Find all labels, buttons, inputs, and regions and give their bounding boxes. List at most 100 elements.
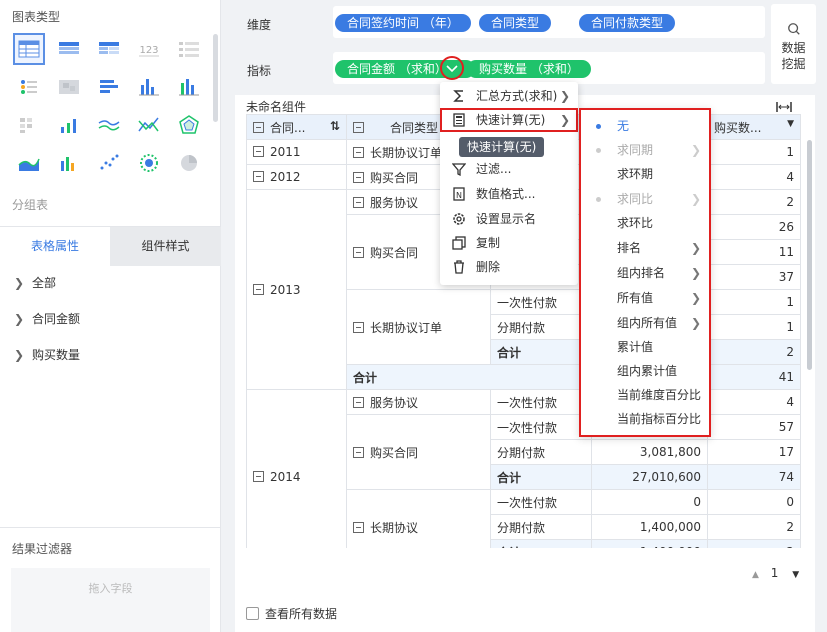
metric-dropdown-highlight[interactable]: [440, 56, 464, 80]
column-width-icon[interactable]: [776, 102, 792, 112]
table-cell: 26: [707, 214, 801, 240]
submenu-item-metric-percent[interactable]: 当前指标百分比: [581, 407, 709, 431]
kpi-number-icon[interactable]: 123: [134, 34, 164, 64]
collapse-icon[interactable]: [353, 521, 364, 533]
table-cell: 1: [707, 139, 801, 165]
table-row: 2014 服务协议 一次性付款 4: [246, 389, 801, 565]
table-cell: 0: [591, 489, 708, 515]
collapse-icon[interactable]: [253, 146, 264, 157]
svg-text:123: 123: [139, 45, 158, 56]
submenu-item-none[interactable]: 无: [581, 114, 709, 138]
dot-scatter-icon[interactable]: [94, 148, 124, 178]
cell-text: 购买合同: [370, 445, 419, 460]
radar-line-icon[interactable]: [134, 110, 164, 140]
chart-type-scrollbar[interactable]: [213, 34, 218, 122]
radar-icon[interactable]: [174, 110, 204, 140]
stacked-column-icon[interactable]: [174, 72, 204, 102]
submenu-item-cumulative[interactable]: 累计值: [581, 335, 709, 359]
collapse-icon[interactable]: [353, 446, 364, 458]
submenu-item-prev-period[interactable]: 求环期: [581, 162, 709, 186]
menu-item-delete[interactable]: 删除: [440, 255, 578, 279]
chevron-right-icon: ❯: [14, 276, 25, 290]
submenu-item-group-rank[interactable]: 组内排名 ❯: [581, 261, 709, 285]
collapse-icon[interactable]: [353, 121, 364, 133]
metric-label: 指标: [247, 64, 272, 78]
tab-table-properties[interactable]: 表格属性: [0, 227, 110, 266]
caret-down-icon[interactable]: ▼: [792, 570, 799, 580]
group-table-label: 分组表: [12, 198, 49, 212]
detail-table-icon[interactable]: [54, 34, 84, 64]
page-number[interactable]: 1: [771, 566, 779, 580]
prop-contract-amount[interactable]: ❯ 合同金额: [14, 309, 80, 329]
pie-chart-icon[interactable]: [174, 148, 204, 178]
group-table-icon[interactable]: [13, 33, 45, 65]
collapse-icon[interactable]: [253, 471, 264, 482]
collapse-icon[interactable]: [353, 196, 364, 208]
data-mining-label-1: 数据: [781, 41, 806, 55]
menu-item-label: 过滤...: [476, 162, 512, 176]
bar-chart-icon[interactable]: [94, 72, 124, 102]
submenu-item-all-values[interactable]: 所有值 ❯: [581, 286, 709, 310]
submenu-item-dim-percent[interactable]: 当前维度百分比: [581, 383, 709, 407]
filter-drop-zone[interactable]: 拖入字段: [11, 568, 210, 632]
submenu-item-rank[interactable]: 排名 ❯: [581, 236, 709, 260]
checkbox[interactable]: [246, 607, 259, 620]
dimension-pill[interactable]: 合同类型: [479, 14, 552, 32]
scatter-grid-icon[interactable]: [14, 110, 44, 140]
column-chart-icon[interactable]: [134, 72, 164, 102]
list-icon[interactable]: [174, 34, 204, 64]
table-cell: 2011: [246, 139, 347, 165]
collapse-icon[interactable]: [253, 171, 264, 182]
prop-all[interactable]: ❯ 全部: [14, 273, 56, 293]
submenu-item-group-all-values[interactable]: 组内所有值 ❯: [581, 311, 709, 335]
heat-map-icon[interactable]: [54, 72, 84, 102]
caret-down-icon[interactable]: ▼: [787, 119, 794, 129]
metric-pill[interactable]: 购买数量 （求和）: [467, 60, 591, 78]
collapse-icon[interactable]: [353, 321, 364, 333]
collapse-icon[interactable]: [253, 283, 264, 295]
dimension-label: 维度: [247, 18, 272, 32]
metric-box[interactable]: 合同金额 （求和） 购买数量 （求和）: [333, 52, 765, 84]
collapse-icon[interactable]: [353, 246, 364, 258]
dot-icon: [596, 148, 601, 153]
bubble-icon[interactable]: [134, 148, 164, 178]
table-scrollbar[interactable]: [807, 140, 812, 370]
dimension-box[interactable]: 合同签约时间 （年） 合同类型 合同付款类型: [333, 6, 765, 38]
caret-up-icon[interactable]: ▲: [752, 570, 759, 580]
tab-component-style[interactable]: 组件样式: [110, 227, 221, 266]
header-cell[interactable]: 购买数... ▼: [707, 114, 801, 140]
submenu-item-label: 求环期: [617, 167, 654, 181]
collapse-icon[interactable]: [353, 171, 364, 183]
column-line-icon[interactable]: [54, 110, 84, 140]
view-all-data[interactable]: 查看所有数据: [246, 605, 337, 622]
dot-map-icon[interactable]: [14, 72, 44, 102]
collapse-icon[interactable]: [253, 121, 264, 133]
table-cell: 2013: [246, 189, 347, 390]
gear-icon: [453, 213, 465, 225]
data-mining-button[interactable]: 数据 挖掘: [771, 4, 816, 84]
column-area-icon[interactable]: [54, 148, 84, 178]
table-cell: 一次性付款: [490, 489, 592, 515]
table-cell: 1: [707, 289, 801, 315]
cross-table-icon[interactable]: [94, 34, 124, 64]
collapse-icon[interactable]: [353, 396, 364, 408]
collapse-icon[interactable]: [353, 146, 364, 158]
menu-item-quick-calc[interactable]: 快速计算(无) ❯: [440, 108, 578, 132]
table-cell: 57: [707, 414, 801, 440]
sort-icon[interactable]: ⇅: [330, 119, 340, 133]
line-chart-icon[interactable]: [94, 110, 124, 140]
header-cell[interactable]: 合同... ⇅: [246, 114, 347, 140]
dimension-pill[interactable]: 合同付款类型: [579, 14, 676, 32]
menu-item-filter[interactable]: 过滤...: [440, 157, 578, 181]
data-mining-label-2: 挖掘: [781, 57, 806, 71]
menu-item-number-format[interactable]: N 数值格式...: [440, 182, 578, 206]
dimension-pill[interactable]: 合同签约时间 （年）: [335, 14, 471, 32]
menu-item-copy[interactable]: 复制: [440, 231, 578, 255]
prop-purchase-qty[interactable]: ❯ 购买数量: [14, 345, 80, 365]
submenu-item-mom[interactable]: 求环比: [581, 211, 709, 235]
submenu-item-group-cumulative[interactable]: 组内累计值: [581, 359, 709, 383]
menu-item-aggregation[interactable]: 汇总方式(求和) ❯: [440, 84, 578, 108]
area-chart-icon[interactable]: [14, 148, 44, 178]
prop-all-label: 全部: [32, 276, 57, 290]
menu-item-display-name[interactable]: 设置显示名: [440, 207, 578, 231]
